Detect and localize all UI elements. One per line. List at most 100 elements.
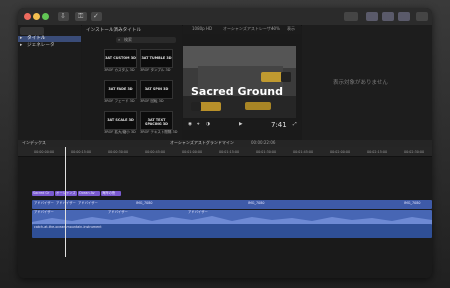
- thumbnail-caption: 3ROF 拡大/縮小 3D: [104, 130, 136, 134]
- title-thumbnail[interactable]: 3AT FADE 3D: [104, 80, 137, 99]
- sidebar-item-label: タイトル: [27, 36, 46, 41]
- title-thumbnail[interactable]: 3AT SCALE 3D: [104, 111, 137, 130]
- ruler-tick-label: 00:01:45:00: [293, 150, 314, 154]
- viewer-project-name: オーシャンズアストレーザー: [223, 26, 275, 31]
- close-button[interactable]: [24, 13, 31, 20]
- crop-icon[interactable]: ⌖: [197, 122, 200, 128]
- background-tasks-button[interactable]: ✓: [91, 12, 102, 21]
- thumbnail-text: 3AT TUMBLE 3D: [141, 56, 172, 60]
- clip-label: IMG_7080: [136, 201, 153, 205]
- sidebar-item-titles[interactable]: ▸ タイトル: [18, 36, 81, 42]
- viewer-header: 1080p HD オーシャンズアストレーザー 40% 表示: [183, 25, 301, 34]
- clip-label: アドバイザー: [108, 210, 128, 214]
- clip-label: catch-at-the-ocean-mountain-instrument: [34, 225, 102, 229]
- viewer-canvas[interactable]: Sacred Ground: [183, 46, 296, 118]
- title-thumbnail[interactable]: 3AT CUSTOM 3D: [104, 49, 137, 68]
- sidebar-item-generators[interactable]: ▸ ジェネレータ: [18, 43, 81, 49]
- ruler-tick-label: 00:01:30:00: [256, 150, 277, 154]
- checkmark-icon: ✓: [93, 12, 99, 20]
- clip-label: IMG_7080: [404, 201, 421, 205]
- key-icon: ⚿: [78, 12, 84, 20]
- inspector-toggle[interactable]: [398, 12, 410, 21]
- timeline-toggle[interactable]: [382, 12, 394, 21]
- title-clip[interactable]: Sacred Gr: [32, 191, 54, 196]
- ruler-tick-label: 00:00:00:00: [34, 150, 55, 154]
- title-clip[interactable]: オーシャンズ: [55, 191, 77, 196]
- browser-header: インストール済みタイトル: [86, 28, 142, 33]
- ruler-tick-label: 00:00:15:00: [71, 150, 92, 154]
- zoom-select[interactable]: 40%: [271, 26, 280, 32]
- clip-label: アドバイザー: [34, 210, 54, 214]
- library-tab[interactable]: [20, 27, 44, 35]
- import-button[interactable]: ⇩: [58, 12, 69, 21]
- title-thumbnail[interactable]: 3AT TUMBLE 3D: [140, 49, 173, 68]
- inspector-empty-message: 表示対象がありません: [333, 80, 388, 86]
- thumbnail-text: 3AT SCALE 3D: [107, 118, 134, 122]
- enhance-icon[interactable]: ◑: [206, 122, 210, 128]
- timeline-project-name: オーシャンズアストグランドマイン: [170, 140, 234, 145]
- thumbnail-text: 3AT SPIN 3D: [144, 87, 169, 91]
- thumbnail-caption: 3ROF 回転 3D: [140, 99, 164, 103]
- ruler-tick-label: 00:00:45:00: [145, 150, 166, 154]
- playhead[interactable]: [65, 147, 66, 257]
- viewer-controls: ◉ ⌖ ◑ ▶ 7:41 ⤢: [183, 120, 301, 130]
- title-icon: ▸: [20, 36, 23, 41]
- clip-label: アドバイザー: [34, 201, 54, 205]
- generator-icon: ▸: [20, 43, 23, 48]
- sidebar-item-label: ジェネレータ: [27, 43, 55, 48]
- thumbnail-text: 3AT TEXT SPACING 3D: [145, 118, 168, 126]
- music-clip[interactable]: catch-at-the-ocean-mountain-instrument: [32, 224, 432, 238]
- timeline-ruler[interactable]: 00:00:00:00 00:00:15:00 00:00:30:00 00:00:4…: [18, 147, 432, 157]
- clip-label: 海岸の夜: [102, 191, 116, 195]
- search-placeholder: 検索: [124, 37, 132, 42]
- clip-label: Sacred Gr: [33, 191, 50, 195]
- viewer-image: [183, 46, 296, 118]
- keywords-button[interactable]: ⚿: [75, 12, 87, 21]
- play-icon[interactable]: ▶: [239, 122, 243, 128]
- timecode-display: 7:41: [271, 121, 287, 129]
- title-thumbnail[interactable]: 3AT TEXT SPACING 3D: [140, 111, 173, 130]
- title-clip[interactable]: Ocean Av: [78, 191, 100, 196]
- ruler-tick-label: 00:01:15:00: [219, 150, 240, 154]
- zoom-button[interactable]: [42, 13, 49, 20]
- clip-label: アドバイザー: [78, 201, 98, 205]
- viewer-format[interactable]: 1080p HD: [192, 26, 212, 32]
- audio-track[interactable]: [32, 210, 432, 225]
- view-menu[interactable]: 表示: [287, 26, 295, 32]
- clip-label: Ocean Av: [79, 191, 95, 195]
- thumbnail-caption: 3ROF タンブル 3D: [140, 68, 171, 72]
- thumbnail-text: 3AT CUSTOM 3D: [105, 56, 136, 60]
- ruler-tick-label: 00:02:30:00: [404, 150, 425, 154]
- thumbnail-text: 3AT FADE 3D: [108, 87, 133, 91]
- search-icon: ⌕: [118, 37, 121, 42]
- index-button[interactable]: インデックス: [22, 140, 46, 146]
- share-button[interactable]: [416, 12, 428, 21]
- ruler-tick-label: 00:00:30:00: [108, 150, 129, 154]
- ruler-tick-label: 00:01:00:00: [182, 150, 203, 154]
- ruler-tick-label: 00:02:00:00: [330, 150, 351, 154]
- thumbnail-caption: 3ROF カスタム 3D: [104, 68, 135, 72]
- title-browser: インストール済みタイトル ⌕ 検索 3AT CUSTOM 3D 3ROF カスタ…: [82, 25, 182, 146]
- fullscreen-icon[interactable]: ⤢: [293, 122, 297, 128]
- timeline-bottom: [18, 257, 432, 278]
- timeline-header: インデックス オーシャンズアストグランドマイン 00:00:22:06: [18, 140, 432, 147]
- download-icon: ⇩: [60, 12, 66, 20]
- viewer-title-text: Sacred Ground: [191, 85, 284, 98]
- search-input[interactable]: ⌕ 検索: [116, 37, 176, 43]
- minimize-button[interactable]: [33, 13, 40, 20]
- browser-toggle[interactable]: [366, 12, 378, 21]
- title-clip[interactable]: 海岸の夜: [101, 191, 121, 196]
- thumbnail-caption: 3ROF テキスト間隔 3D: [140, 130, 178, 134]
- workspace-menu[interactable]: [344, 12, 358, 21]
- sidebar: ▸ タイトル ▸ ジェネレータ: [18, 25, 81, 146]
- final-cut-window: ⇩ ⚿ ✓ ▸ タイトル ▸ ジェネレータ インストール済みタイトル ⌕ 検索: [18, 8, 432, 278]
- title-thumbnail[interactable]: 3AT SPIN 3D: [140, 80, 173, 99]
- ruler-tick-label: 00:02:15:00: [367, 150, 388, 154]
- thumbnail-caption: 3ROF フェード 3D: [104, 99, 135, 103]
- timeline-duration: 00:00:22:06: [251, 140, 276, 145]
- clip-label: IMG_7080: [248, 201, 265, 205]
- clip-label: アドバイザー: [188, 210, 208, 214]
- transform-icon[interactable]: ◉: [188, 122, 192, 128]
- inspector: 表示対象がありません: [302, 25, 432, 146]
- toolbar: ⇩ ⚿ ✓: [18, 8, 432, 26]
